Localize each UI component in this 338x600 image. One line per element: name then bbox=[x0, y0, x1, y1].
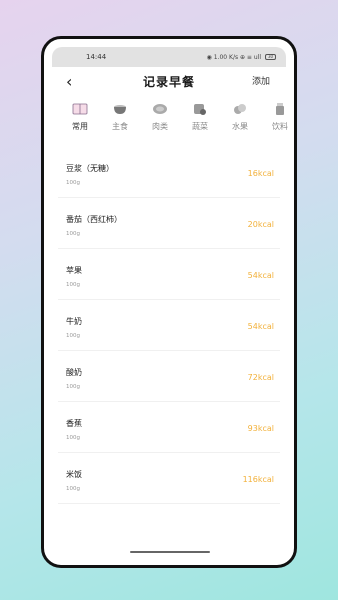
food-name: 酸奶 bbox=[66, 368, 82, 377]
header: ‹ 记录早餐 添加 bbox=[52, 69, 286, 93]
list-item[interactable]: 番茄（西红柿） 100g 20kcal bbox=[58, 198, 280, 249]
list-item[interactable]: 米饭 100g 116kcal bbox=[58, 453, 280, 504]
food-quantity: 100g bbox=[66, 435, 80, 441]
food-name: 米饭 bbox=[66, 470, 82, 479]
list-item[interactable]: 香蕉 100g 93kcal bbox=[58, 402, 280, 453]
food-calories: 54kcal bbox=[247, 322, 274, 331]
book-icon bbox=[71, 101, 89, 116]
food-name: 香蕉 bbox=[66, 419, 82, 428]
food-quantity: 100g bbox=[66, 231, 80, 237]
tab-fruit[interactable]: 水果 bbox=[220, 101, 260, 141]
food-name: 苹果 bbox=[66, 266, 82, 275]
food-name: 豆浆（无糖） bbox=[66, 164, 114, 173]
food-list: 豆浆（无糖） 100g 16kcal 番茄（西红柿） 100g 20kcal 苹… bbox=[58, 147, 280, 504]
vegetable-icon bbox=[191, 101, 209, 116]
fruit-icon bbox=[231, 101, 249, 116]
food-name: 牛奶 bbox=[66, 317, 82, 326]
status-bar: 14:44 ◉ 1.00 K/s ⊕ ≡ ull 30 bbox=[52, 47, 286, 67]
food-name: 番茄（西红柿） bbox=[66, 215, 122, 224]
food-calories: 72kcal bbox=[247, 373, 274, 382]
tab-vegetable[interactable]: 蔬菜 bbox=[180, 101, 220, 141]
tab-common[interactable]: 常用 bbox=[60, 101, 100, 141]
food-quantity: 100g bbox=[66, 486, 80, 492]
food-quantity: 100g bbox=[66, 333, 80, 339]
list-item[interactable]: 牛奶 100g 54kcal bbox=[58, 300, 280, 351]
rice-pot-icon bbox=[111, 101, 129, 116]
home-indicator[interactable] bbox=[130, 551, 210, 553]
food-quantity: 100g bbox=[66, 384, 80, 390]
food-quantity: 100g bbox=[66, 180, 80, 186]
drink-icon bbox=[271, 101, 289, 116]
category-tabs: 常用 主食 肉类 蔬菜 水果 饮料 bbox=[52, 101, 294, 141]
phone-frame: 14:44 ◉ 1.00 K/s ⊕ ≡ ull 30 ‹ 记录早餐 添加 常用… bbox=[41, 36, 297, 568]
tab-label: 常用 bbox=[72, 122, 88, 131]
food-quantity: 100g bbox=[66, 282, 80, 288]
list-item[interactable]: 苹果 100g 54kcal bbox=[58, 249, 280, 300]
food-calories: 93kcal bbox=[247, 424, 274, 433]
battery-icon: 30 bbox=[265, 54, 276, 60]
tab-staple[interactable]: 主食 bbox=[100, 101, 140, 141]
list-item[interactable]: 豆浆（无糖） 100g 16kcal bbox=[58, 147, 280, 198]
tab-label: 水果 bbox=[232, 122, 248, 131]
tab-label: 饮料 bbox=[272, 122, 288, 131]
tab-label: 肉类 bbox=[152, 122, 168, 131]
tab-meat[interactable]: 肉类 bbox=[140, 101, 180, 141]
food-calories: 20kcal bbox=[247, 220, 274, 229]
tab-drink[interactable]: 饮料 bbox=[260, 101, 294, 141]
food-calories: 54kcal bbox=[247, 271, 274, 280]
tab-label: 蔬菜 bbox=[192, 122, 208, 131]
back-icon[interactable]: ‹ bbox=[66, 72, 72, 91]
status-icons-text: ◉ 1.00 K/s ⊕ ≡ ull bbox=[206, 53, 261, 61]
meat-icon bbox=[151, 101, 169, 116]
page-title: 记录早餐 bbox=[142, 74, 195, 89]
food-calories: 16kcal bbox=[247, 169, 274, 178]
status-icons: ◉ 1.00 K/s ⊕ ≡ ull 30 bbox=[207, 54, 276, 61]
food-calories: 116kcal bbox=[242, 475, 274, 484]
list-item[interactable]: 酸奶 100g 72kcal bbox=[58, 351, 280, 402]
status-time: 14:44 bbox=[86, 53, 107, 61]
tab-label: 主食 bbox=[112, 122, 128, 131]
add-button[interactable]: 添加 bbox=[252, 74, 270, 87]
